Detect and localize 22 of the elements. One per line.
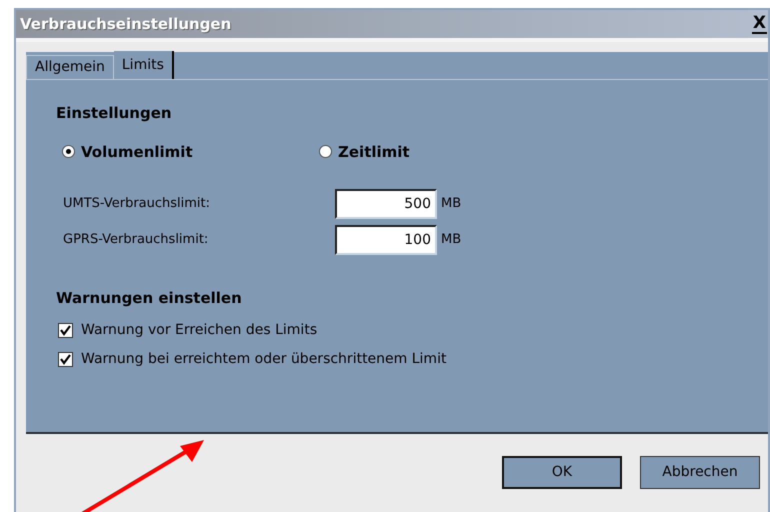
- radio-button[interactable]: [319, 145, 332, 158]
- checkbox[interactable]: [58, 322, 73, 338]
- limit-field[interactable]: 500: [335, 189, 437, 219]
- limit-field[interactable]: 100: [335, 225, 437, 255]
- radio-button[interactable]: [62, 145, 75, 158]
- unit-label: MB: [441, 231, 462, 250]
- window-title: Verbrauchseinstellungen: [20, 14, 232, 35]
- dialog-button[interactable]: OK: [502, 456, 622, 489]
- close-button[interactable]: X: [752, 14, 767, 34]
- section-heading: Einstellungen: [56, 103, 173, 124]
- radio-label: Volumenlimit: [81, 142, 193, 162]
- radio-label: Zeitlimit: [338, 142, 410, 162]
- checkbox-label: Warnung vor Erreichen des Limits: [81, 320, 318, 340]
- field-label: UMTS-Verbrauchslimit:: [63, 195, 212, 214]
- field-label: GPRS-Verbrauchslimit:: [63, 231, 210, 250]
- section-heading: Warnungen einstellen: [56, 288, 243, 309]
- checkbox-label: Warnung bei erreichtem oder überschrittenem Limit: [81, 350, 446, 368]
- tab[interactable]: Allgemein: [26, 55, 114, 79]
- unit-label: MB: [441, 195, 462, 214]
- checkbox[interactable]: [58, 352, 73, 366]
- dialog-button[interactable]: Abbrechen: [640, 456, 760, 489]
- tab[interactable]: Limits: [114, 51, 174, 79]
